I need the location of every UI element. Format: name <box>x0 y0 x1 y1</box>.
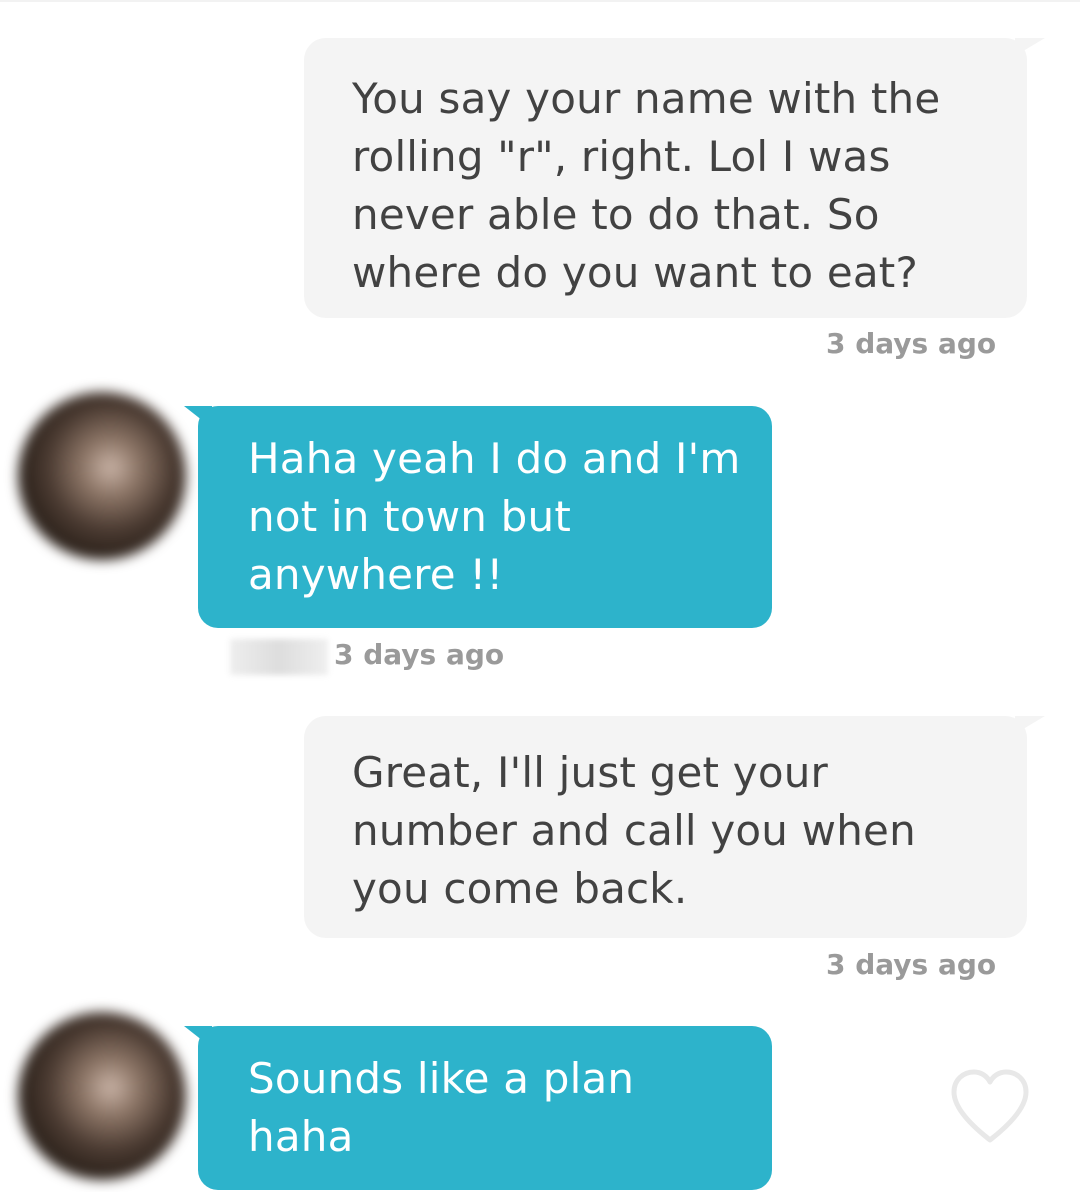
message-text: Great, I'll just get your number and cal… <box>352 748 916 913</box>
outgoing-message-bubble[interactable]: Great, I'll just get your number and cal… <box>304 716 1045 938</box>
message-text: Haha yeah I do and I'm not in town but a… <box>248 434 741 599</box>
top-divider <box>0 0 1080 2</box>
incoming-message-bubble[interactable]: Sounds like a plan haha <box>184 1026 772 1190</box>
message-text: You say your name with the rolling "r", … <box>352 74 941 297</box>
avatar[interactable] <box>18 392 186 560</box>
chat-screen: You say your name with the rolling "r", … <box>0 0 1080 1192</box>
heart-outline-icon[interactable] <box>948 1068 1032 1144</box>
avatar[interactable] <box>18 1012 186 1180</box>
message-timestamp: 3 days ago <box>826 948 997 981</box>
message-timestamp: 3 days ago <box>826 327 997 360</box>
outgoing-message-bubble[interactable]: You say your name with the rolling "r", … <box>304 38 1045 318</box>
message-text: Sounds like a plan haha <box>248 1054 635 1161</box>
message-timestamp: 3 days ago <box>334 638 505 671</box>
incoming-message-bubble[interactable]: Haha yeah I do and I'm not in town but a… <box>184 406 772 628</box>
blurred-sender-name <box>230 639 328 675</box>
